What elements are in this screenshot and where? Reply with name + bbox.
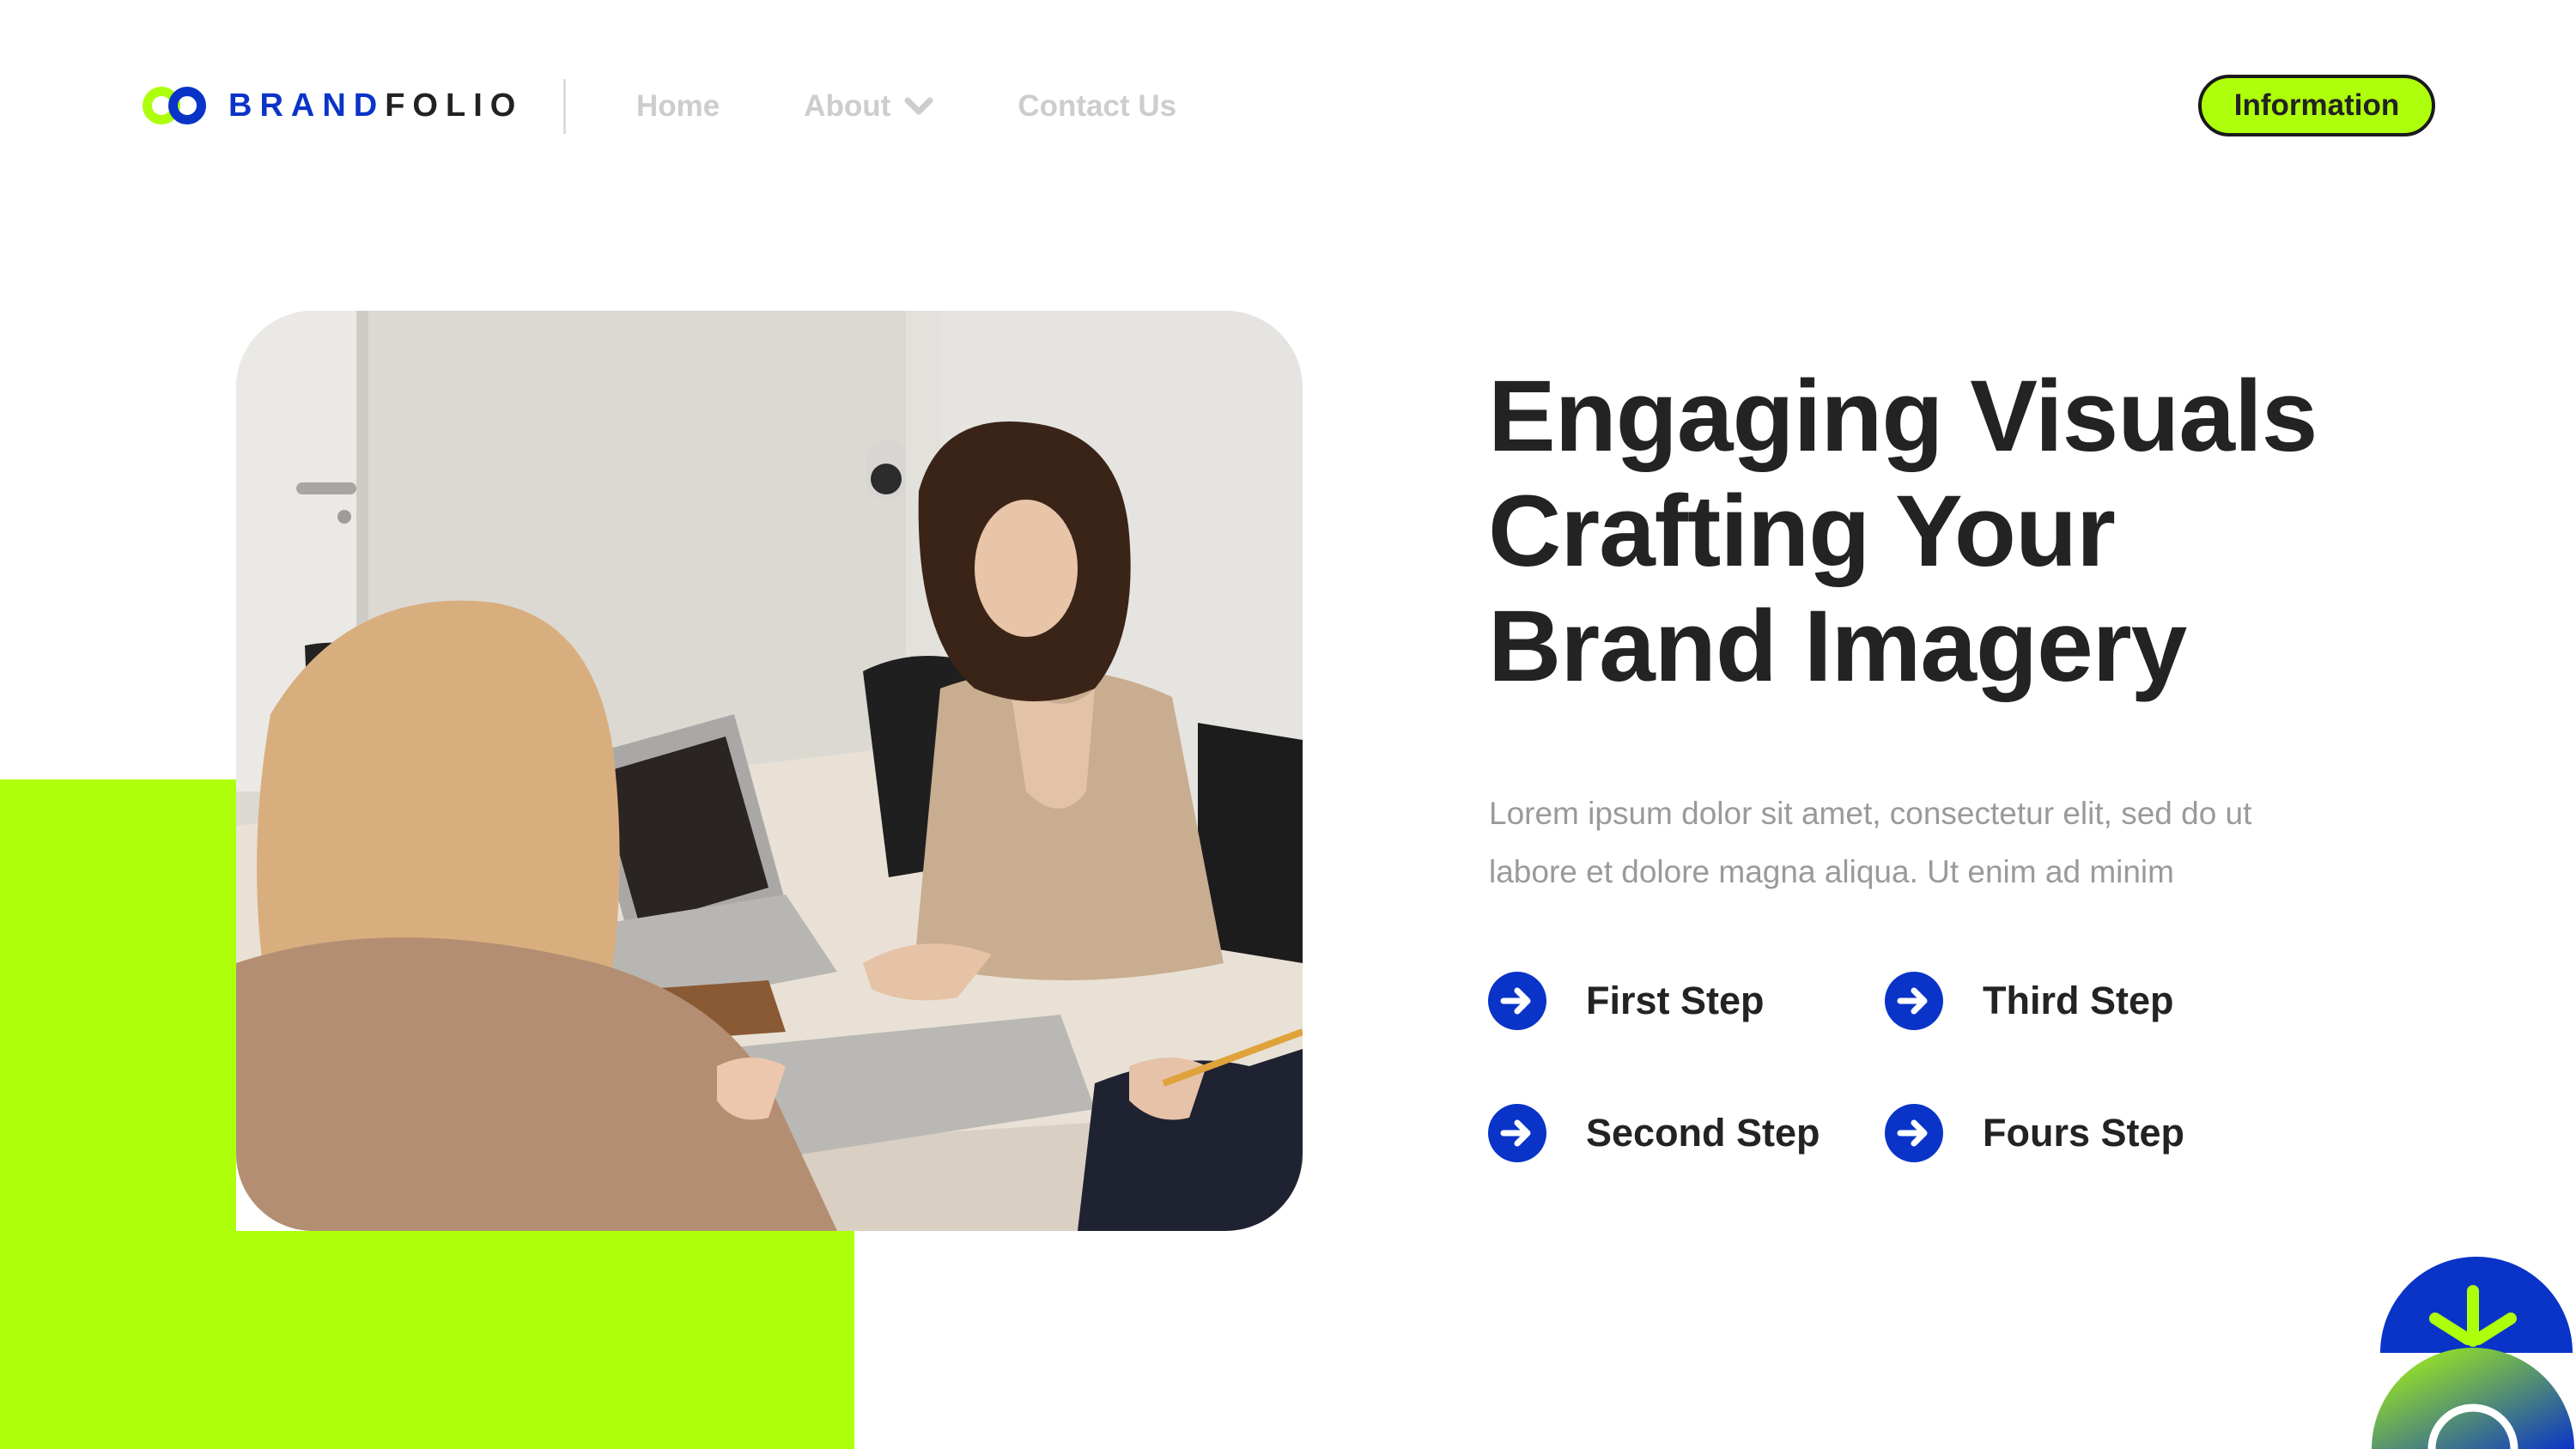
chevron-down-icon bbox=[904, 89, 933, 124]
brand-logo[interactable]: BRANDFOLIO bbox=[143, 86, 523, 125]
step-label: Fours Step bbox=[1983, 1111, 2185, 1155]
hero-description-line-2: labore et dolore magna aliqua. Ut enim a… bbox=[1489, 854, 2174, 889]
step-label: Second Step bbox=[1586, 1111, 1820, 1155]
hero-description-line-1: Lorem ipsum dolor sit amet, consectetur … bbox=[1489, 796, 2252, 831]
step-second[interactable]: Second Step bbox=[1488, 1102, 1820, 1164]
brand-name: BRANDFOLIO bbox=[228, 88, 523, 124]
information-button[interactable]: Information bbox=[2198, 75, 2435, 136]
hero-title-line-3: Brand Imagery bbox=[1488, 590, 2187, 703]
brand-name-part2: FOLIO bbox=[385, 87, 524, 124]
nav-about[interactable]: About bbox=[804, 86, 933, 127]
nav-home[interactable]: Home bbox=[636, 86, 720, 127]
step-label: First Step bbox=[1586, 979, 1765, 1022]
hero-title-line-2: Crafting Your bbox=[1488, 475, 2116, 588]
nav-about-label: About bbox=[804, 89, 891, 123]
arrow-right-circle-icon bbox=[1885, 972, 1943, 1030]
hero-photo bbox=[236, 311, 1303, 1231]
brand-name-part1: BRAND bbox=[228, 87, 386, 124]
arrow-right-circle-icon bbox=[1885, 1104, 1943, 1162]
step-fours[interactable]: Fours Step bbox=[1885, 1102, 2184, 1164]
nav-divider bbox=[563, 79, 566, 134]
hero-title-line-1: Engaging Visuals bbox=[1488, 360, 2318, 473]
main-nav: Home About Contact Us bbox=[636, 86, 1176, 127]
step-first[interactable]: First Step bbox=[1488, 970, 1765, 1032]
step-label: Third Step bbox=[1983, 979, 2174, 1022]
hero-description: Lorem ipsum dolor sit amet, consectetur … bbox=[1489, 785, 2348, 901]
arrow-right-circle-icon bbox=[1488, 972, 1546, 1030]
hero-title: Engaging Visuals Crafting Your Brand Ima… bbox=[1488, 359, 2433, 704]
two-rings-logo-icon bbox=[143, 86, 208, 125]
step-third[interactable]: Third Step bbox=[1885, 970, 2174, 1032]
nav-contact[interactable]: Contact Us bbox=[1018, 86, 1176, 127]
arrow-right-circle-icon bbox=[1488, 1104, 1546, 1162]
sun-burst-icon bbox=[2372, 1257, 2574, 1449]
